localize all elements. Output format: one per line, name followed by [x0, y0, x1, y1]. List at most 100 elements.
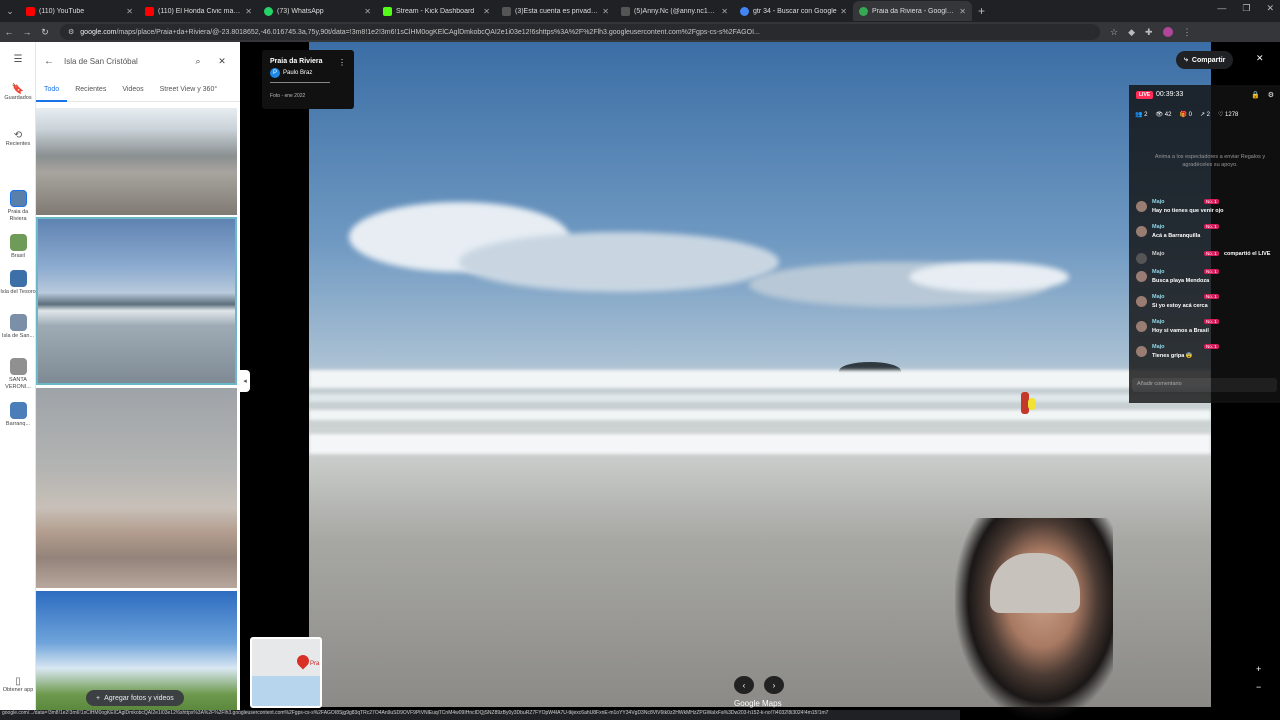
add-photos-button[interactable]: + Agregar fotos y videos	[86, 690, 184, 706]
forward-arrow-icon[interactable]: →	[18, 27, 36, 37]
close-tab-icon[interactable]: ✕	[364, 7, 371, 16]
search-input[interactable]: Isla de San Cristóbal	[64, 57, 186, 66]
live-badge: LIVE	[1136, 91, 1154, 99]
zoom-out-icon[interactable]: −	[1256, 682, 1261, 692]
close-icon[interactable]: ✕	[210, 56, 234, 67]
tab-recent[interactable]: Recientes	[67, 86, 114, 101]
rail-label: Recientes	[5, 141, 31, 147]
browser-tab[interactable]: (3)Esta cuenta es privada. Sigue✕	[496, 1, 615, 21]
rail-item-place[interactable]: Isla del Tesoro	[0, 270, 36, 296]
rail-item-saved[interactable]: 🔖 Guardados	[0, 85, 36, 102]
cloud	[909, 262, 1069, 292]
back-arrow-icon[interactable]: ←	[44, 56, 64, 67]
kick-icon	[383, 6, 392, 16]
close-tab-icon[interactable]: ✕	[840, 7, 847, 16]
browser-toolbar: ← → ↻ ⚙ google.com/maps/place/Praia+da+Ri…	[0, 22, 1280, 42]
close-window-icon[interactable]: ✕	[1266, 3, 1274, 14]
back-arrow-icon[interactable]: ←	[0, 27, 18, 37]
browser-tab-active[interactable]: Praia da Riviera - Google Maps✕	[853, 1, 972, 21]
photo-thumbnail[interactable]	[36, 108, 237, 215]
photo-thumbnail[interactable]	[36, 388, 237, 588]
bookmark-star-icon[interactable]: ☆	[1110, 27, 1118, 38]
photo-info-card: Praia da Riviera P Paulo Braz Foto - ene …	[262, 50, 354, 109]
views-count: 👁 42	[1155, 112, 1172, 118]
rail-item-place[interactable]: Barranq...	[0, 402, 36, 428]
cloud	[459, 232, 779, 292]
rail-label: SANTA VERONI...	[5, 377, 31, 390]
zoom-in-icon[interactable]: +	[1256, 664, 1261, 674]
browser-tab[interactable]: (110) YouTube ✕	[20, 1, 139, 21]
search-box: ← Isla de San Cristóbal ⌕ ✕	[44, 50, 234, 72]
address-bar[interactable]: ⚙ google.com/maps/place/Praia+da+Riviera/…	[60, 24, 1100, 40]
close-tab-icon[interactable]: ✕	[126, 7, 133, 16]
add-comment-input[interactable]: Añadir comentario	[1132, 378, 1277, 392]
profile-avatar[interactable]	[1162, 26, 1173, 37]
tab-street-view[interactable]: Street View y 360°	[152, 86, 226, 101]
photo-navigation: ‹ ›	[734, 676, 784, 694]
close-tab-icon[interactable]: ✕	[602, 7, 609, 16]
likes-count: ♡ 1278	[1218, 112, 1239, 118]
tiktok-icon	[502, 6, 511, 16]
close-tab-icon[interactable]: ✕	[245, 7, 252, 16]
photo-thumbnail-selected[interactable]	[36, 217, 237, 385]
browser-tab[interactable]: Stream - Kick Dashboard ✕	[377, 1, 496, 21]
wave	[309, 394, 1211, 402]
tab-title: Stream - Kick Dashboard	[396, 7, 475, 15]
maximize-icon[interactable]: ❐	[1242, 3, 1250, 14]
location-pin-icon	[294, 652, 312, 670]
puzzle-icon[interactable]: ✚	[1145, 27, 1153, 38]
close-tab-icon[interactable]: ✕	[483, 7, 490, 16]
rail-item-place[interactable]: Isla de San...	[0, 314, 36, 340]
browser-tab[interactable]: gtr 34 - Buscar con Google ✕	[734, 1, 853, 21]
avatar	[1136, 271, 1147, 282]
share-button[interactable]: ⤷ Compartir	[1176, 51, 1234, 69]
google-maps-logo: Google Maps	[734, 699, 782, 708]
new-tab-icon[interactable]: +	[978, 4, 985, 18]
joined-count: 👥 2	[1135, 112, 1148, 118]
rail-item-place[interactable]: Brasil	[0, 234, 36, 260]
avatar	[1136, 226, 1147, 237]
rail-item-place[interactable]: SANTA VERONI...	[0, 358, 36, 391]
previous-photo-icon[interactable]: ‹	[734, 676, 754, 694]
live-tools: 🔒 ⚙	[1251, 91, 1274, 99]
google-icon	[740, 6, 749, 16]
tab-title: (110) YouTube	[39, 7, 85, 15]
author[interactable]: P Paulo Braz	[270, 68, 346, 78]
browser-tab[interactable]: (110) El Honda Civic mas barat✕	[139, 1, 258, 21]
site-info-icon[interactable]: ⚙	[68, 28, 74, 36]
minimap-sea	[252, 676, 320, 706]
next-photo-icon[interactable]: ›	[764, 676, 784, 694]
more-options-icon[interactable]: ⋮	[338, 58, 346, 67]
close-viewer-icon[interactable]: ✕	[1256, 53, 1264, 64]
viewer-side-controls: + −	[1256, 664, 1261, 692]
browser-tab[interactable]: (5)Anny.Nc (@anny.nc19) | TikT✕	[615, 1, 734, 21]
tab-all[interactable]: Todo	[36, 86, 68, 102]
close-tab-icon[interactable]: ✕	[959, 7, 966, 16]
browser-tab[interactable]: (73) WhatsApp ✕	[258, 1, 377, 21]
menu-dots-icon[interactable]: ⋮	[1183, 27, 1192, 38]
history-icon: ⟲	[13, 130, 23, 141]
close-tab-icon[interactable]: ✕	[721, 7, 728, 16]
menu-icon[interactable]: ☰	[0, 55, 36, 65]
rail-item-recent[interactable]: ⟲ Recientes	[0, 130, 36, 148]
share-icon	[1136, 253, 1147, 264]
rail-label: Obtener app	[2, 687, 34, 693]
place-thumbnail	[9, 234, 27, 251]
get-app-button[interactable]: ▯ Obtener app	[0, 676, 36, 694]
place-title[interactable]: Praia da Riviera	[270, 58, 346, 65]
tab-title: gtr 34 - Buscar con Google	[753, 7, 837, 15]
extension-icon[interactable]: ◆	[1128, 27, 1135, 38]
shares-count: ↗ 2	[1199, 112, 1210, 118]
settings-icon[interactable]: ⚙	[1268, 91, 1274, 99]
mini-map[interactable]: Pra	[250, 637, 322, 708]
rail-label: Guardados	[4, 95, 32, 101]
rail-item-place[interactable]: Praia da Riviera	[0, 190, 36, 223]
reload-icon[interactable]: ↻	[36, 27, 54, 38]
collapse-panel-button[interactable]: ◂	[240, 370, 250, 392]
tab-search-icon[interactable]: ⌄	[0, 0, 20, 22]
tab-videos[interactable]: Videos	[114, 86, 151, 101]
minimize-icon[interactable]: —	[1217, 3, 1226, 14]
phone-icon: ▯	[15, 676, 21, 687]
lock-icon[interactable]: 🔒	[1251, 91, 1260, 99]
search-icon[interactable]: ⌕	[186, 56, 210, 67]
